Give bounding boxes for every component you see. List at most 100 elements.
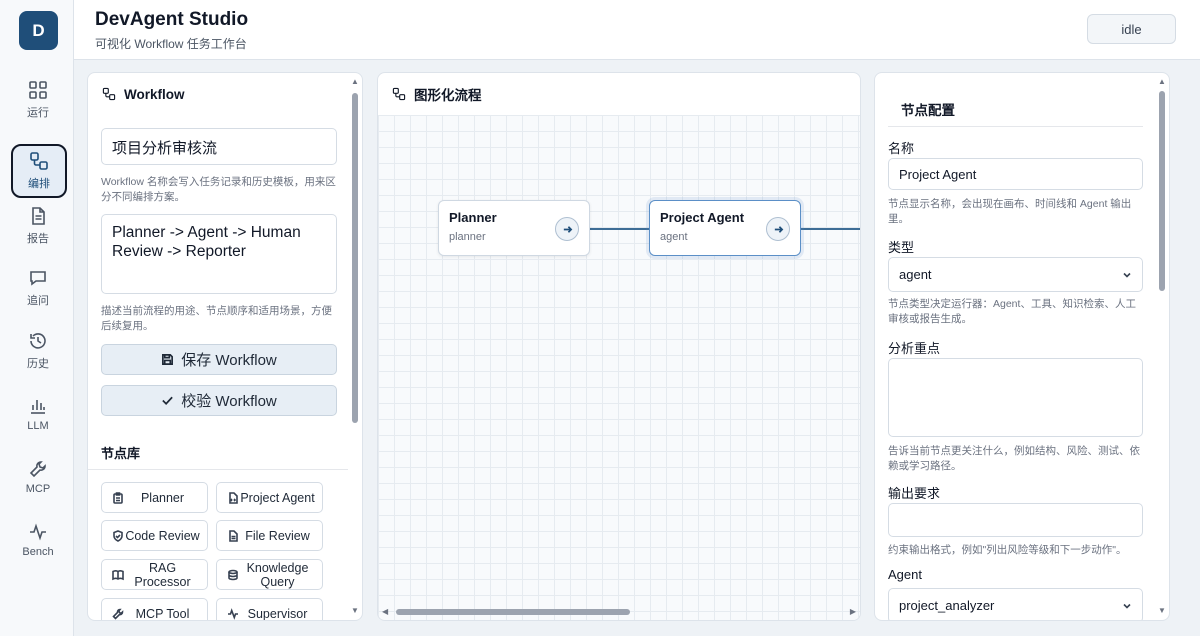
node-title: Project Agent (660, 210, 745, 225)
node-config-panel: 节点配置 名称 Project Agent 节点显示名称，会出现在画布、时间线和… (874, 72, 1170, 621)
chat-icon (30, 271, 46, 286)
save-icon (162, 354, 174, 365)
node-library-item-planner[interactable]: Planner (101, 482, 208, 513)
file-code-icon (229, 491, 238, 504)
flow-node-project-agent[interactable]: Project Agent agent (649, 200, 801, 256)
workflow-panel-header: Workflow (88, 73, 362, 115)
nav-item-report[interactable]: 报告 (10, 199, 66, 253)
app-title: DevAgent Studio (95, 9, 249, 30)
output-label: 输出要求 (888, 486, 941, 501)
nav-label: Bench (22, 546, 54, 558)
panel-title: Workflow (124, 86, 185, 102)
node-open-button[interactable] (766, 217, 790, 241)
validate-workflow-button[interactable]: 校验 Workflow (101, 385, 337, 416)
shield-icon (113, 529, 123, 542)
node-open-button[interactable] (555, 217, 579, 241)
database-icon (228, 569, 238, 580)
type-hint: 节点类型决定运行器：Agent、工具、知识检索、人工审核或报告生成。 (888, 298, 1136, 325)
file-text-icon (229, 529, 238, 542)
history-icon (30, 333, 46, 349)
agent-label: Agent (888, 567, 922, 582)
nav-item-orchestrate[interactable]: 编排 (11, 144, 67, 198)
workflow-icon (102, 87, 116, 101)
node-title: Planner (449, 210, 497, 225)
chevron-down-icon (1123, 272, 1131, 278)
flow-canvas[interactable]: Planner planner Project Agent agent ◀ ▶ (378, 115, 860, 620)
nav-label: 报告 (27, 233, 49, 245)
app-logo: D (19, 11, 58, 50)
canvas-horizontal-scrollbar[interactable]: ◀ ▶ (382, 607, 856, 617)
workflow-name-hint: Workflow 名称会写入任务记录和历史模板，用来区分不同编排方案。 (101, 176, 336, 203)
status-badge: idle (1087, 14, 1176, 44)
nav-label: 编排 (28, 178, 50, 190)
node-library-item-supervisor[interactable]: Supervisor (216, 598, 323, 620)
node-type-select[interactable]: agent (888, 257, 1143, 292)
scroll-thumb[interactable] (1159, 91, 1165, 291)
focus-label: 分析重点 (888, 341, 941, 356)
arrow-right-icon (563, 225, 572, 233)
agent-select[interactable]: project_analyzer (888, 588, 1143, 620)
grid-icon (29, 81, 47, 99)
save-workflow-label: 保存 Workflow (181, 352, 277, 369)
canvas-panel-header: 图形化流程 (378, 73, 860, 115)
type-label: 类型 (888, 240, 915, 255)
nav-label: MCP (25, 483, 51, 495)
config-panel-scrollbar[interactable]: ▲ ▼ (1157, 77, 1167, 616)
workflow-icon (392, 87, 406, 101)
name-label: 名称 (888, 141, 915, 156)
nav-item-bench[interactable]: Bench (10, 513, 66, 567)
node-library-item-file-review[interactable]: File Review (216, 520, 323, 551)
node-library-title: 节点库 (101, 446, 141, 461)
scroll-down-arrow[interactable]: ▼ (1157, 606, 1167, 616)
node-library-item-mcp-tool[interactable]: MCP Tool (101, 598, 208, 620)
analysis-focus-textarea[interactable] (888, 358, 1143, 437)
scroll-right-arrow[interactable]: ▶ (850, 607, 856, 616)
nav-item-llm[interactable]: LLM (10, 387, 66, 441)
divider (88, 469, 348, 470)
scroll-thumb[interactable] (352, 93, 358, 423)
nav-item-run[interactable]: 运行 (10, 73, 66, 127)
chevron-down-icon (1123, 603, 1131, 609)
nav-label: 运行 (27, 107, 49, 119)
nav-item-mcp[interactable]: MCP (10, 450, 66, 504)
flow-node-planner[interactable]: Planner planner (438, 200, 590, 256)
check-icon (162, 396, 173, 405)
node-library-item-code-review[interactable]: Code Review (101, 520, 208, 551)
scroll-left-arrow[interactable]: ◀ (382, 607, 388, 616)
node-library-item-rag-processor[interactable]: RAG Processor (101, 559, 208, 590)
nav-label: 历史 (27, 358, 49, 370)
nav-item-followup[interactable]: 追问 (10, 261, 66, 315)
node-type: agent (660, 231, 688, 243)
pulse-icon (228, 607, 238, 620)
output-hint: 约束输出格式，例如"列出风险等级和下一步动作"。 (888, 544, 1127, 556)
panel-title: 节点配置 (901, 103, 955, 118)
scroll-thumb[interactable] (396, 609, 630, 615)
flow-edge (589, 228, 650, 230)
node-name-input[interactable]: Project Agent (888, 158, 1143, 190)
node-type: planner (449, 231, 486, 243)
wrench-icon (29, 461, 46, 478)
flow-edge (801, 228, 860, 230)
workflow-description-textarea[interactable]: Planner -> Agent -> Human Review -> Repo… (101, 214, 337, 294)
validate-workflow-label: 校验 Workflow (181, 393, 277, 410)
save-workflow-button[interactable]: 保存 Workflow (101, 344, 337, 375)
workflow-description-hint: 描述当前流程的用途、节点顺序和适用场景，方便后续复用。 (101, 305, 332, 332)
nav-item-history[interactable]: 历史 (10, 324, 66, 378)
node-library-item-project-agent[interactable]: Project Agent (216, 482, 323, 513)
node-library-item-knowledge-query[interactable]: Knowledge Query (216, 559, 323, 590)
output-requirement-input[interactable] (888, 503, 1143, 537)
book-icon (112, 569, 124, 580)
pulse-icon (30, 523, 46, 541)
panel-title: 图形化流程 (414, 88, 482, 103)
scroll-down-arrow[interactable]: ▼ (350, 606, 360, 616)
scroll-up-arrow[interactable]: ▲ (350, 77, 360, 87)
wrench-icon (112, 608, 124, 620)
nav-label: LLM (27, 420, 49, 432)
scroll-up-arrow[interactable]: ▲ (1157, 77, 1167, 87)
sidebar: D 运行 编排 报告 追问 历史 LLM MCP Bench (0, 0, 74, 636)
workflow-icon (30, 152, 48, 170)
divider (888, 126, 1143, 127)
workflow-name-input[interactable]: 项目分析审核流 (101, 128, 337, 165)
workflow-panel-scrollbar[interactable]: ▲ ▼ (350, 77, 360, 616)
workflow-panel: Workflow 项目分析审核流 Workflow 名称会写入任务记录和历史模板… (87, 72, 363, 621)
